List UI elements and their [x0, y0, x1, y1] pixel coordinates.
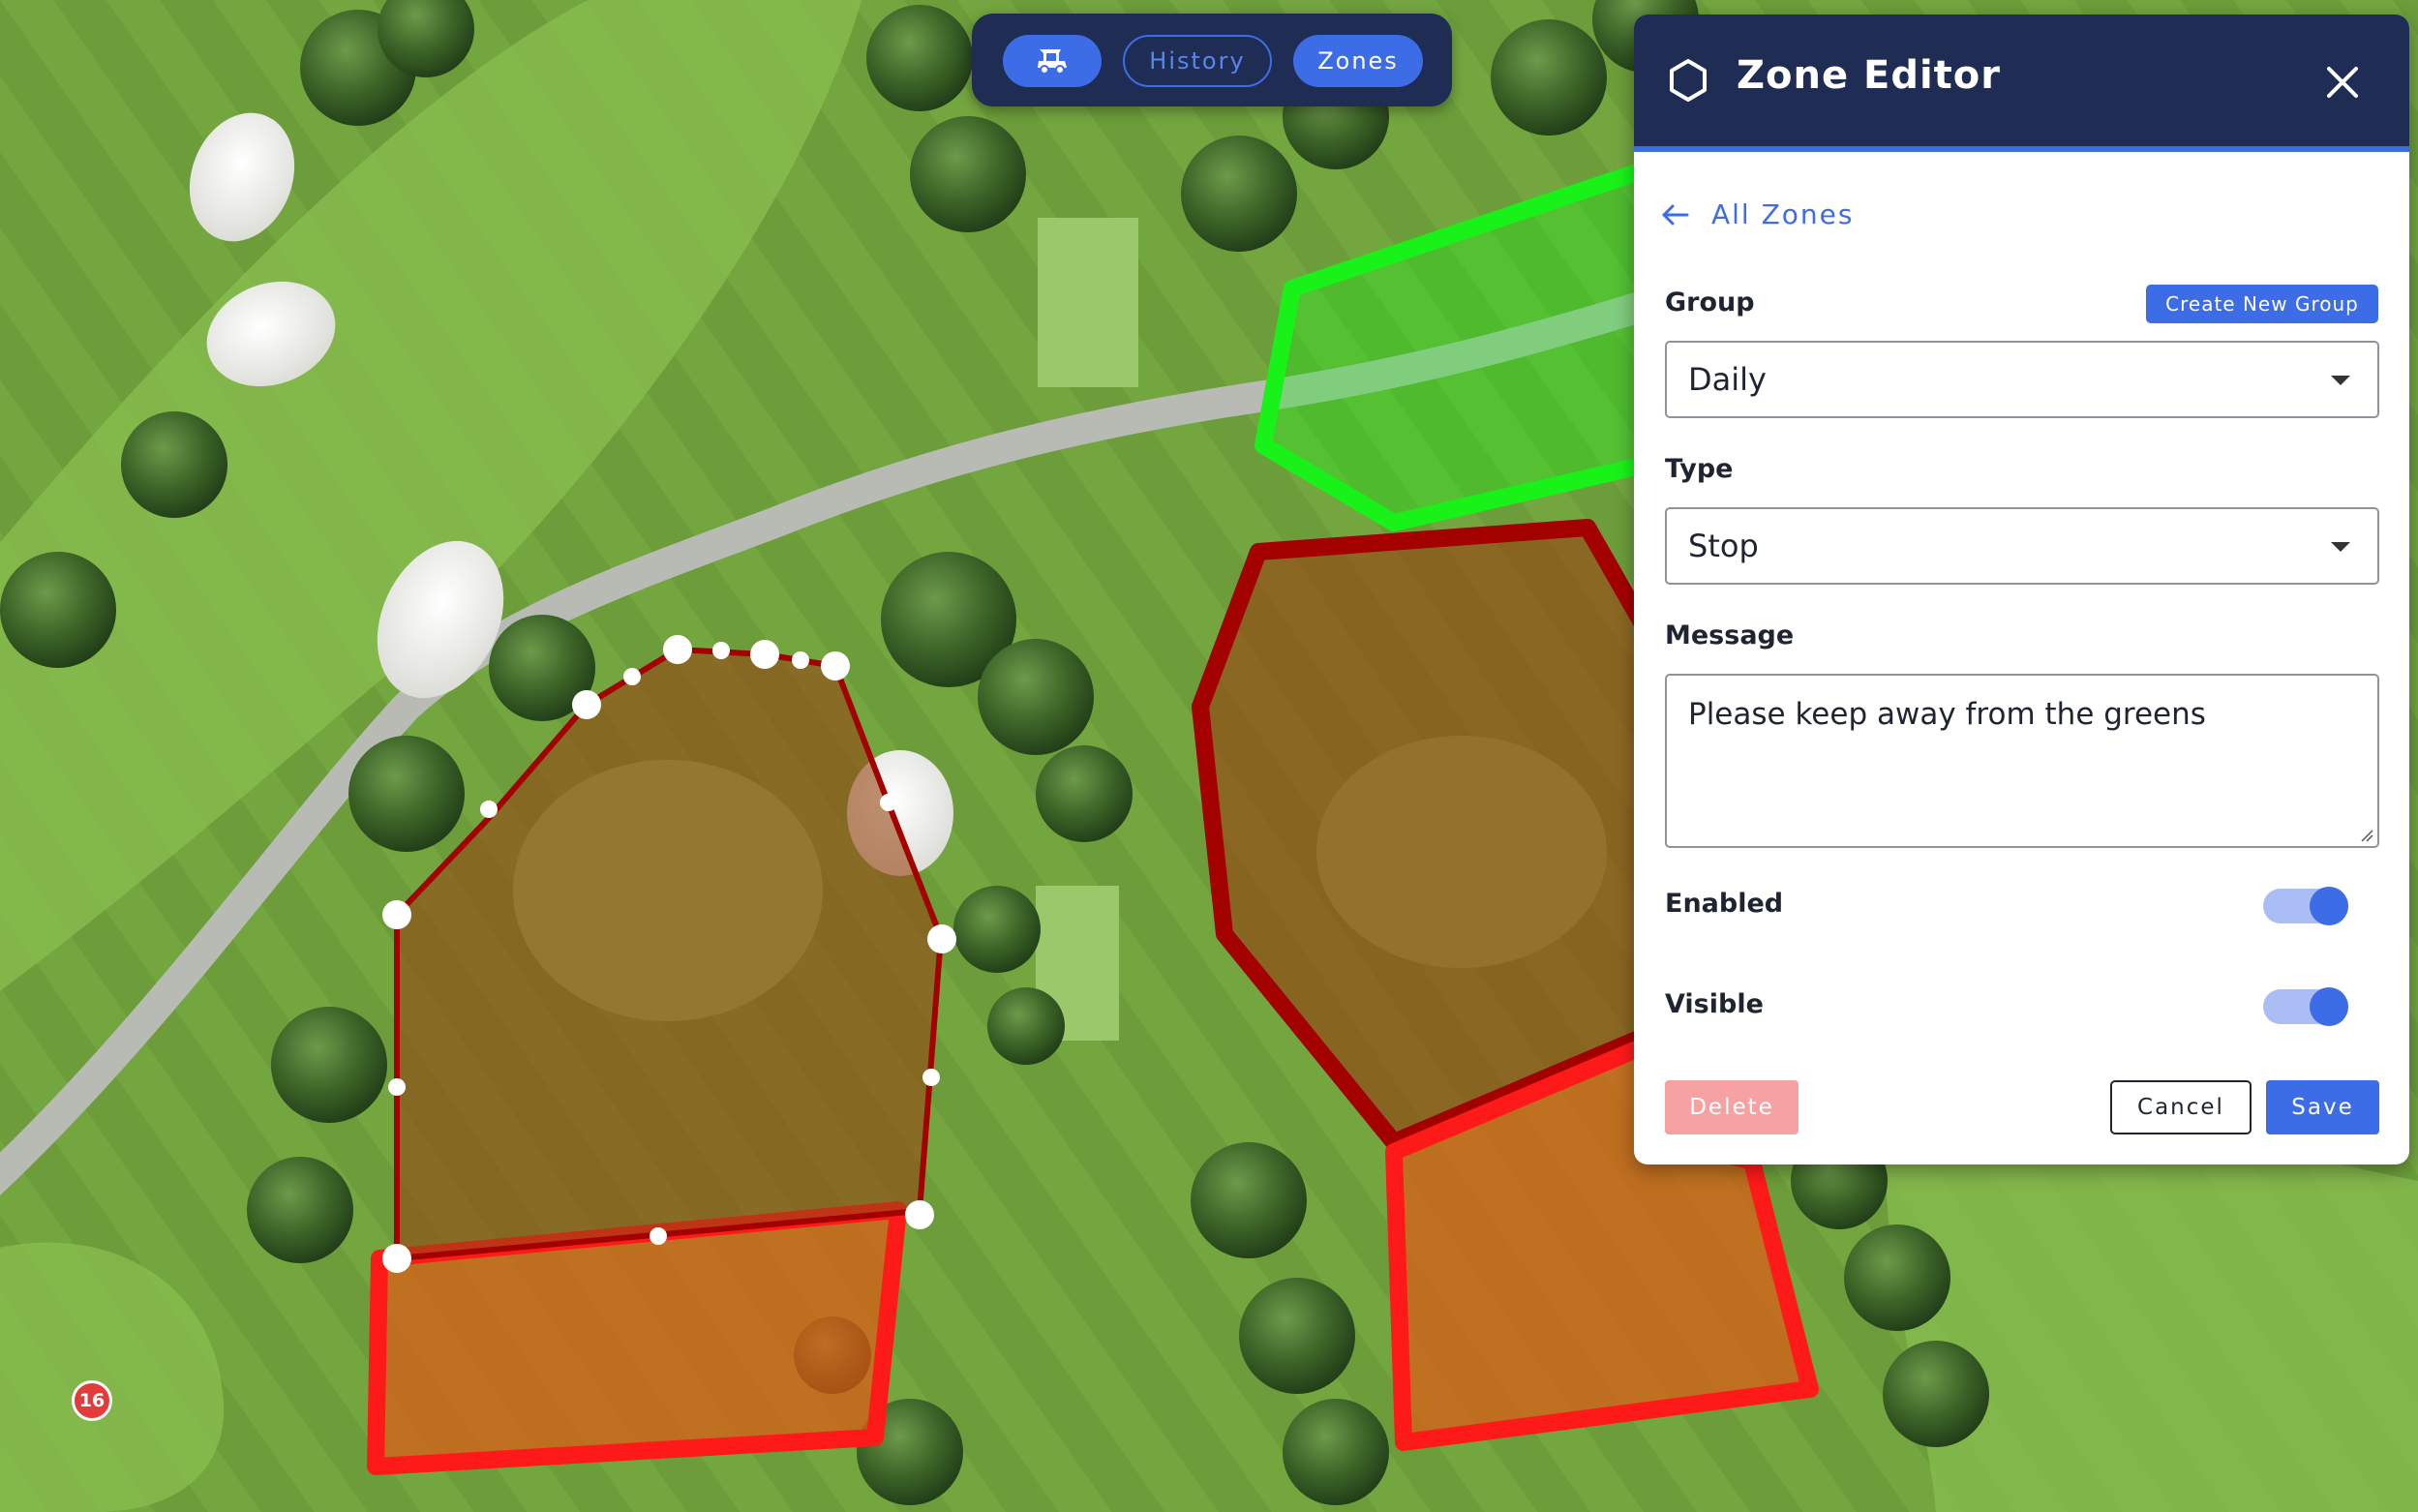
- chevron-down-icon: [2331, 542, 2350, 552]
- group-label: Group: [1665, 287, 1755, 318]
- create-new-group-button[interactable]: Create New Group: [2146, 285, 2378, 323]
- toggle-knob: [2310, 887, 2348, 925]
- message-input[interactable]: Please keep away from the greens: [1665, 674, 2379, 848]
- fairway-east: [1886, 1117, 2418, 1512]
- cart-button[interactable]: [1003, 35, 1102, 87]
- panel-title: Zone Editor: [1737, 53, 2002, 98]
- enabled-toggle[interactable]: [2263, 885, 2348, 927]
- group-select[interactable]: Daily: [1665, 341, 2379, 418]
- toggle-knob: [2310, 987, 2348, 1026]
- panel-header: Zone Editor: [1634, 15, 2409, 152]
- tee-box: [1038, 218, 1138, 387]
- group-select-value: Daily: [1688, 361, 1767, 398]
- cancel-button[interactable]: Cancel: [2110, 1080, 2252, 1134]
- top-toolbar: History Zones: [972, 14, 1452, 106]
- zones-button[interactable]: Zones: [1293, 35, 1423, 87]
- message-label: Message: [1665, 620, 1795, 650]
- hole-number-badge[interactable]: 16: [72, 1380, 112, 1421]
- arrow-left-icon: [1662, 204, 1689, 225]
- type-select[interactable]: Stop: [1665, 507, 2379, 585]
- visible-toggle[interactable]: [2263, 985, 2348, 1028]
- close-icon[interactable]: [2323, 63, 2362, 102]
- golf-cart-icon: [1038, 49, 1067, 75]
- resize-grip-icon[interactable]: [2360, 829, 2373, 842]
- zone-editor-panel: Zone Editor All Zones Group Create New G…: [1634, 15, 2409, 1164]
- type-select-value: Stop: [1688, 528, 1759, 564]
- history-button[interactable]: History: [1123, 35, 1272, 87]
- chevron-down-icon: [2331, 376, 2350, 385]
- type-label: Type: [1665, 454, 1734, 484]
- delete-button[interactable]: Delete: [1665, 1080, 1798, 1134]
- enabled-label: Enabled: [1665, 889, 1784, 919]
- message-value: Please keep away from the greens: [1688, 697, 2206, 732]
- all-zones-link[interactable]: All Zones: [1661, 198, 1855, 230]
- visible-label: Visible: [1665, 989, 1764, 1019]
- hexagon-icon: [1670, 59, 1707, 102]
- save-button[interactable]: Save: [2266, 1080, 2379, 1134]
- all-zones-label: All Zones: [1711, 198, 1855, 230]
